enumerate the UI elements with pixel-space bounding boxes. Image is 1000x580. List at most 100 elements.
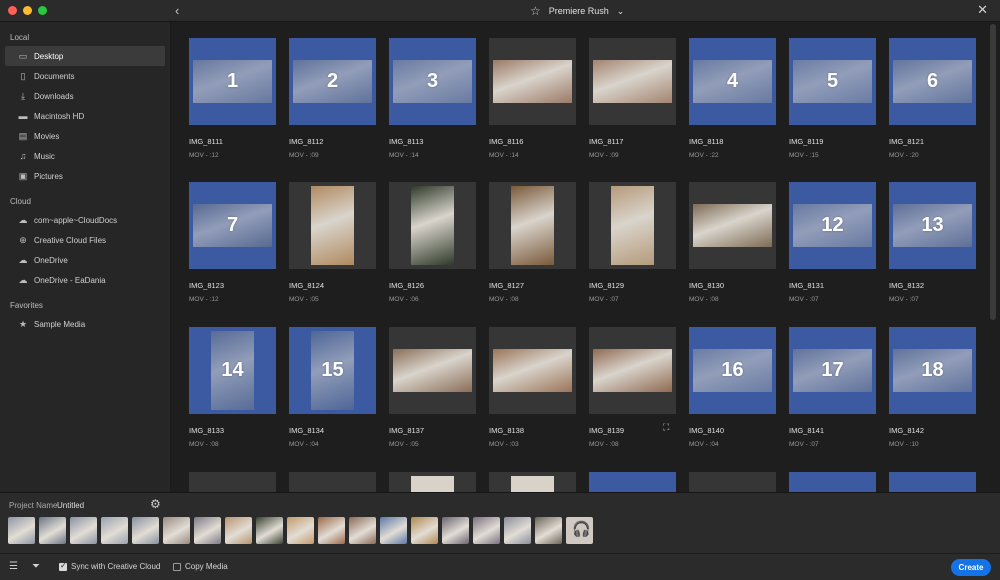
selected-media-thumbnail[interactable] — [225, 517, 252, 544]
selected-media-thumbnail[interactable] — [349, 517, 376, 544]
media-thumbnail[interactable] — [589, 38, 676, 125]
filter-icon[interactable]: ⏷ — [32, 561, 40, 572]
media-tile[interactable]: IMG_8130 MOV - :08 — [689, 182, 776, 303]
selected-media-thumbnail[interactable] — [101, 517, 128, 544]
media-tile[interactable]: IMG_8124 MOV - :05 — [289, 182, 376, 303]
media-tile[interactable]: 14 IMG_8133 MOV - :08 — [189, 327, 276, 448]
media-tile[interactable]: 17 IMG_8141 MOV - :07 — [789, 327, 876, 448]
create-button[interactable]: Create — [951, 559, 991, 576]
media-thumbnail[interactable] — [589, 182, 676, 269]
selected-media-thumbnail[interactable] — [194, 517, 221, 544]
sidebar-item[interactable]: ⤓ Downloads — [5, 86, 165, 106]
sidebar-item[interactable]: ★ Sample Media — [5, 314, 165, 334]
selected-media-thumbnail[interactable] — [132, 517, 159, 544]
gear-icon[interactable]: ⚙ — [150, 497, 161, 511]
media-tile[interactable]: 5 IMG_8119 MOV - :15 — [789, 38, 876, 159]
media-thumbnail[interactable] — [389, 182, 476, 269]
scrollbar[interactable] — [990, 24, 996, 320]
star-icon[interactable]: ☆ — [530, 4, 541, 18]
media-thumbnail[interactable] — [889, 472, 976, 492]
selected-media-thumbnail[interactable] — [380, 517, 407, 544]
media-thumbnail[interactable] — [689, 472, 776, 492]
zoom-window-button[interactable] — [38, 6, 47, 15]
sidebar-item[interactable]: ☁ com~apple~CloudDocs — [5, 210, 165, 230]
media-thumbnail[interactable]: 2 — [289, 38, 376, 125]
sidebar-item[interactable]: ▭ Desktop — [5, 46, 165, 66]
media-tile[interactable]: IMG_8127 MOV - :08 — [489, 182, 576, 303]
media-thumbnail[interactable] — [389, 327, 476, 414]
sidebar-item[interactable]: ▬ Macintosh HD — [5, 106, 165, 126]
media-tile[interactable]: 3 IMG_8113 MOV - :14 — [389, 38, 476, 159]
expand-preview-icon[interactable]: ⛶ — [663, 422, 669, 433]
selected-media-thumbnail[interactable] — [163, 517, 190, 544]
media-tile[interactable]: 7 IMG_8123 MOV - :12 — [189, 182, 276, 303]
sidebar-item[interactable]: ▣ Pictures — [5, 166, 165, 186]
back-chevron-icon[interactable]: ‹ — [175, 3, 179, 18]
minimize-window-button[interactable] — [23, 6, 32, 15]
media-tile[interactable]: 12 IMG_8131 MOV - :07 — [789, 182, 876, 303]
media-thumbnail[interactable]: 7 — [189, 182, 276, 269]
media-thumbnail[interactable] — [489, 38, 576, 125]
selected-media-thumbnail[interactable] — [70, 517, 97, 544]
selected-media-thumbnail[interactable] — [473, 517, 500, 544]
list-view-icon[interactable]: ☰ — [9, 561, 18, 572]
sync-checkbox[interactable] — [59, 561, 67, 571]
media-tile[interactable]: 2 IMG_8112 MOV - :09 — [289, 38, 376, 159]
media-thumbnail[interactable]: 13 — [889, 182, 976, 269]
media-thumbnail[interactable]: 14 — [189, 327, 276, 414]
media-tile[interactable]: 1 IMG_8111 MOV - :12 — [189, 38, 276, 159]
sidebar-item[interactable]: ♫ Music — [5, 146, 165, 166]
media-thumbnail[interactable]: 12 — [789, 182, 876, 269]
copy-media-checkbox[interactable] — [173, 563, 181, 571]
media-tile[interactable]: IMG_8126 MOV - :06 — [389, 182, 476, 303]
media-tile[interactable]: 16 IMG_8140 MOV - :04 — [689, 327, 776, 448]
media-thumbnail[interactable]: 16 — [689, 327, 776, 414]
selected-media-thumbnail[interactable] — [411, 517, 438, 544]
media-tile[interactable]: 6 IMG_8121 MOV - :20 — [889, 38, 976, 159]
media-thumbnail[interactable] — [289, 182, 376, 269]
media-thumbnail[interactable]: 6 — [889, 38, 976, 125]
media-tile[interactable]: IMG_8138 MOV - :03 — [489, 327, 576, 448]
project-name-input[interactable]: Untitled — [57, 501, 84, 510]
selected-media-thumbnail[interactable] — [442, 517, 469, 544]
media-thumbnail[interactable] — [689, 182, 776, 269]
media-tile[interactable]: IMG_8116 MOV - :14 — [489, 38, 576, 159]
sidebar-item[interactable]: ⊕ Creative Cloud Files — [5, 230, 165, 250]
close-icon[interactable]: ✕ — [977, 2, 988, 18]
media-tile[interactable]: 13 IMG_8132 MOV - :07 — [889, 182, 976, 303]
media-tile[interactable]: IMG_8117 MOV - :09 — [589, 38, 676, 159]
sidebar-item[interactable]: ☁ OneDrive - EaDania — [5, 270, 165, 290]
media-tile[interactable]: IMG_8137 MOV - :05 — [389, 327, 476, 448]
selected-media-thumbnail[interactable] — [318, 517, 345, 544]
app-title-menu[interactable]: ☆ Premiere Rush ⌄ — [530, 4, 624, 18]
media-thumbnail[interactable] — [589, 327, 676, 414]
media-thumbnail[interactable]: 3 — [389, 38, 476, 125]
media-thumbnail[interactable] — [289, 472, 376, 492]
selected-media-thumbnail[interactable] — [39, 517, 66, 544]
selected-media-thumbnail[interactable] — [535, 517, 562, 544]
media-thumbnail[interactable]: 15 — [289, 327, 376, 414]
media-tile[interactable]: 15 IMG_8134 MOV - :04 — [289, 327, 376, 448]
selected-media-thumbnail[interactable] — [504, 517, 531, 544]
sidebar-item[interactable]: ▯ Documents — [5, 66, 165, 86]
media-thumbnail[interactable] — [789, 472, 876, 492]
media-thumbnail[interactable]: 17 — [789, 327, 876, 414]
selected-media-thumbnail[interactable] — [8, 517, 35, 544]
selected-media-thumbnail[interactable] — [287, 517, 314, 544]
media-thumbnail[interactable]: 18 — [889, 327, 976, 414]
headphones-icon[interactable]: 🎧 — [566, 517, 593, 544]
selected-media-thumbnail[interactable] — [256, 517, 283, 544]
media-thumbnail[interactable] — [589, 472, 676, 492]
media-tile[interactable]: 18 IMG_8142 MOV - :10 — [889, 327, 976, 448]
media-thumbnail[interactable] — [489, 472, 576, 492]
sidebar-item[interactable]: ▤ Movies — [5, 126, 165, 146]
media-thumbnail[interactable] — [489, 327, 576, 414]
sidebar-item[interactable]: ☁ OneDrive — [5, 250, 165, 270]
media-thumbnail[interactable] — [189, 472, 276, 492]
media-thumbnail[interactable] — [389, 472, 476, 492]
media-tile[interactable]: 4 IMG_8118 MOV - :22 — [689, 38, 776, 159]
media-thumbnail[interactable]: 1 — [189, 38, 276, 125]
close-window-button[interactable] — [8, 6, 17, 15]
media-tile[interactable]: IMG_8129 MOV - :07 — [589, 182, 676, 303]
media-thumbnail[interactable]: 4 — [689, 38, 776, 125]
